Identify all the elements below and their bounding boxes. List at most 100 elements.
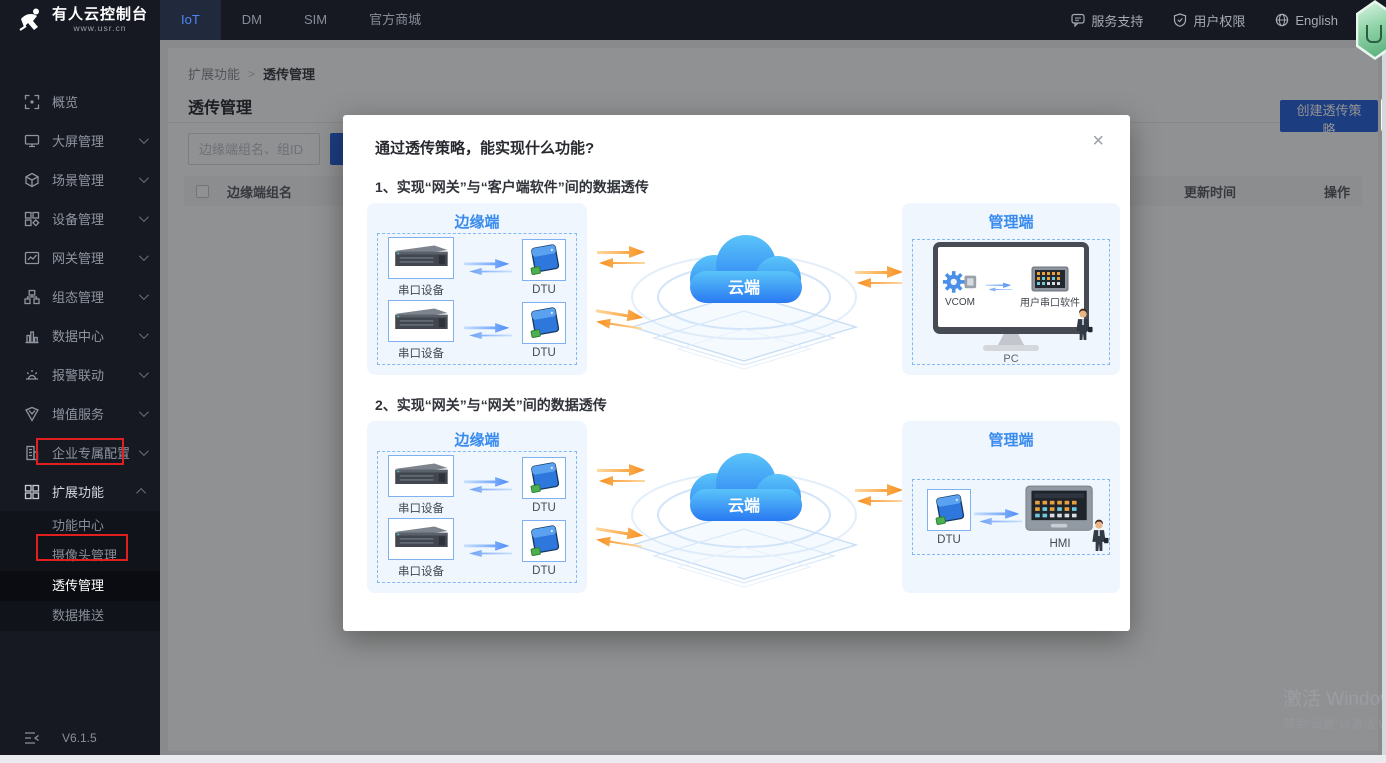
close-icon[interactable]: × <box>1092 131 1104 151</box>
modal-section1-heading: 1、实现“网关”与“客户端软件”间的数据透传 <box>375 177 649 197</box>
sidebar-item-overview[interactable]: 概览 <box>0 82 160 121</box>
user-software-figure: 用户串口软件 <box>1020 266 1080 309</box>
sidebar-item-configuration[interactable]: 组态管理 <box>0 277 160 316</box>
sidebar-item-label: 场景管理 <box>52 170 104 189</box>
cloud-illustration: 云端 <box>594 425 894 595</box>
management-panel: 管理端 DTU HMI <box>902 421 1120 593</box>
hmi-icon <box>1025 485 1095 535</box>
product-tabs: IoT DM SIM 官方商城 <box>160 0 442 40</box>
serial-device-icon <box>388 455 454 497</box>
monitor-base <box>983 345 1039 351</box>
sidebar-subitem-camera[interactable]: 摄像头管理 <box>0 541 160 571</box>
edge-panel: 边缘端 串口设备 DTU <box>367 421 587 593</box>
chevron-down-icon <box>139 329 149 339</box>
sidebar-item-enterprise[interactable]: 企业专属配置 <box>0 433 160 472</box>
dtu-figure: DTU <box>522 239 566 296</box>
chevron-down-icon <box>139 173 149 183</box>
modal-section2-heading: 2、实现“网关”与“网关”间的数据透传 <box>375 395 607 415</box>
sidebar-item-label: 数据中心 <box>52 326 104 345</box>
chevron-up-icon <box>136 488 146 498</box>
brand-logo[interactable]: 有人云控制台 www.usr.cn <box>0 0 160 40</box>
tab-iot[interactable]: IoT <box>160 0 221 40</box>
sidebar: 概览 大屏管理 场景管理 设备管理 网关管理 <box>0 40 160 755</box>
language-switch[interactable]: English <box>1275 13 1338 28</box>
dtu-label: DTU <box>532 502 556 514</box>
sidebar-item-label: 网关管理 <box>52 248 104 267</box>
watermark-line2: 转到“设置”以激活 W <box>1283 715 1386 732</box>
sidebar-item-bigscreen[interactable]: 大屏管理 <box>0 121 160 160</box>
serial-device-icon <box>388 237 454 279</box>
sidebar-item-alarm[interactable]: 报警联动 <box>0 355 160 394</box>
globe-icon <box>1275 13 1289 27</box>
diagram-gateway-to-client: 边缘端 串口设备 DTU <box>367 203 1120 378</box>
topbar-links: 服务支持 用户权限 English <box>1071 11 1338 30</box>
serial-device-label: 串口设备 <box>398 563 444 579</box>
dtu-icon <box>522 457 566 499</box>
dtu-figure: DTU <box>927 489 971 546</box>
collapse-sidebar-icon[interactable] <box>24 731 40 745</box>
shield-icon <box>1173 13 1187 27</box>
support-link[interactable]: 服务支持 <box>1071 11 1143 30</box>
sidebar-menu: 概览 大屏管理 场景管理 设备管理 网关管理 <box>0 40 160 631</box>
management-panel: 管理端 VCOM 用 <box>902 203 1120 375</box>
sidebar-item-extension[interactable]: 扩展功能 <box>0 472 160 511</box>
serial-device-icon <box>388 300 454 342</box>
bidirectional-arrow-icon <box>985 281 1013 293</box>
sidebar-subitem-datapush[interactable]: 数据推送 <box>0 601 160 631</box>
user-avatar[interactable] <box>1356 0 1386 60</box>
dtu-figure: DTU <box>522 457 566 514</box>
serial-device-figure: 串口设备 <box>388 300 454 361</box>
sidebar-subitem-passthrough[interactable]: 透传管理 <box>0 571 160 601</box>
serial-device-label: 串口设备 <box>398 282 444 298</box>
serial-device-icon <box>388 518 454 560</box>
permission-link[interactable]: 用户权限 <box>1173 11 1245 30</box>
orange-arrows-icon <box>853 263 905 289</box>
management-panel-title: 管理端 <box>902 211 1120 232</box>
gateway-icon <box>24 250 40 266</box>
scrollbar-track[interactable] <box>1382 40 1386 755</box>
vcom-icon <box>942 267 978 295</box>
dtu-icon <box>522 520 566 562</box>
management-dashed-box: DTU HMI <box>912 479 1110 555</box>
edge-panel: 边缘端 串口设备 DTU <box>367 203 587 375</box>
sidebar-item-label: 企业专属配置 <box>52 443 130 462</box>
enterprise-icon <box>24 445 40 461</box>
tab-sim[interactable]: SIM <box>283 0 348 40</box>
windows-activation-watermark: 激活 Windows 转到“设置”以激活 W <box>1283 684 1386 732</box>
sidebar-item-gateway[interactable]: 网关管理 <box>0 238 160 277</box>
sidebar-item-scene[interactable]: 场景管理 <box>0 160 160 199</box>
usr-logo-icon <box>18 7 44 33</box>
sidebar-item-datacenter[interactable]: 数据中心 <box>0 316 160 355</box>
sidebar-footer: V6.1.5 <box>0 731 160 745</box>
tab-mall[interactable]: 官方商城 <box>348 0 442 40</box>
user-serial-software-icon <box>1031 266 1069 292</box>
sidebar-item-label: 扩展功能 <box>52 482 104 501</box>
window-bottom-edge <box>0 755 1386 763</box>
cloud-label: 云端 <box>727 496 759 515</box>
dtu-icon <box>522 302 566 344</box>
serial-device-figure: 串口设备 <box>388 237 454 298</box>
vcom-figure: VCOM <box>942 267 978 308</box>
watermark-line1: 激活 Windows <box>1283 684 1386 711</box>
avatar-hexagon-frame <box>1356 0 1386 60</box>
pc-label: PC <box>1003 353 1018 365</box>
sidebar-item-value-service[interactable]: 增值服务 <box>0 394 160 433</box>
help-modal: 通过透传策略，能实现什么功能? × 1、实现“网关”与“客户端软件”间的数据透传… <box>343 115 1130 631</box>
sidebar-item-label: 概览 <box>52 92 78 111</box>
vcom-label: VCOM <box>945 297 975 308</box>
sidebar-item-device[interactable]: 设备管理 <box>0 199 160 238</box>
bidirectional-arrow-icon <box>463 322 513 340</box>
bidirectional-arrow-icon <box>463 540 513 558</box>
serial-device-label: 串口设备 <box>398 345 444 361</box>
cloud-illustration: 云端 <box>594 207 894 377</box>
sidebar-subitem-function-center[interactable]: 功能中心 <box>0 511 160 541</box>
chevron-down-icon <box>139 134 149 144</box>
scene-icon <box>24 172 40 188</box>
edge-dashed-box: 串口设备 DTU 串口设备 <box>377 451 577 583</box>
chevron-down-icon <box>139 212 149 222</box>
tab-dm[interactable]: DM <box>221 0 283 40</box>
serial-device-label: 串口设备 <box>398 500 444 516</box>
sidebar-item-label: 组态管理 <box>52 287 104 306</box>
device-row: 串口设备 DTU <box>378 455 576 516</box>
cloud-label: 云端 <box>727 278 759 297</box>
